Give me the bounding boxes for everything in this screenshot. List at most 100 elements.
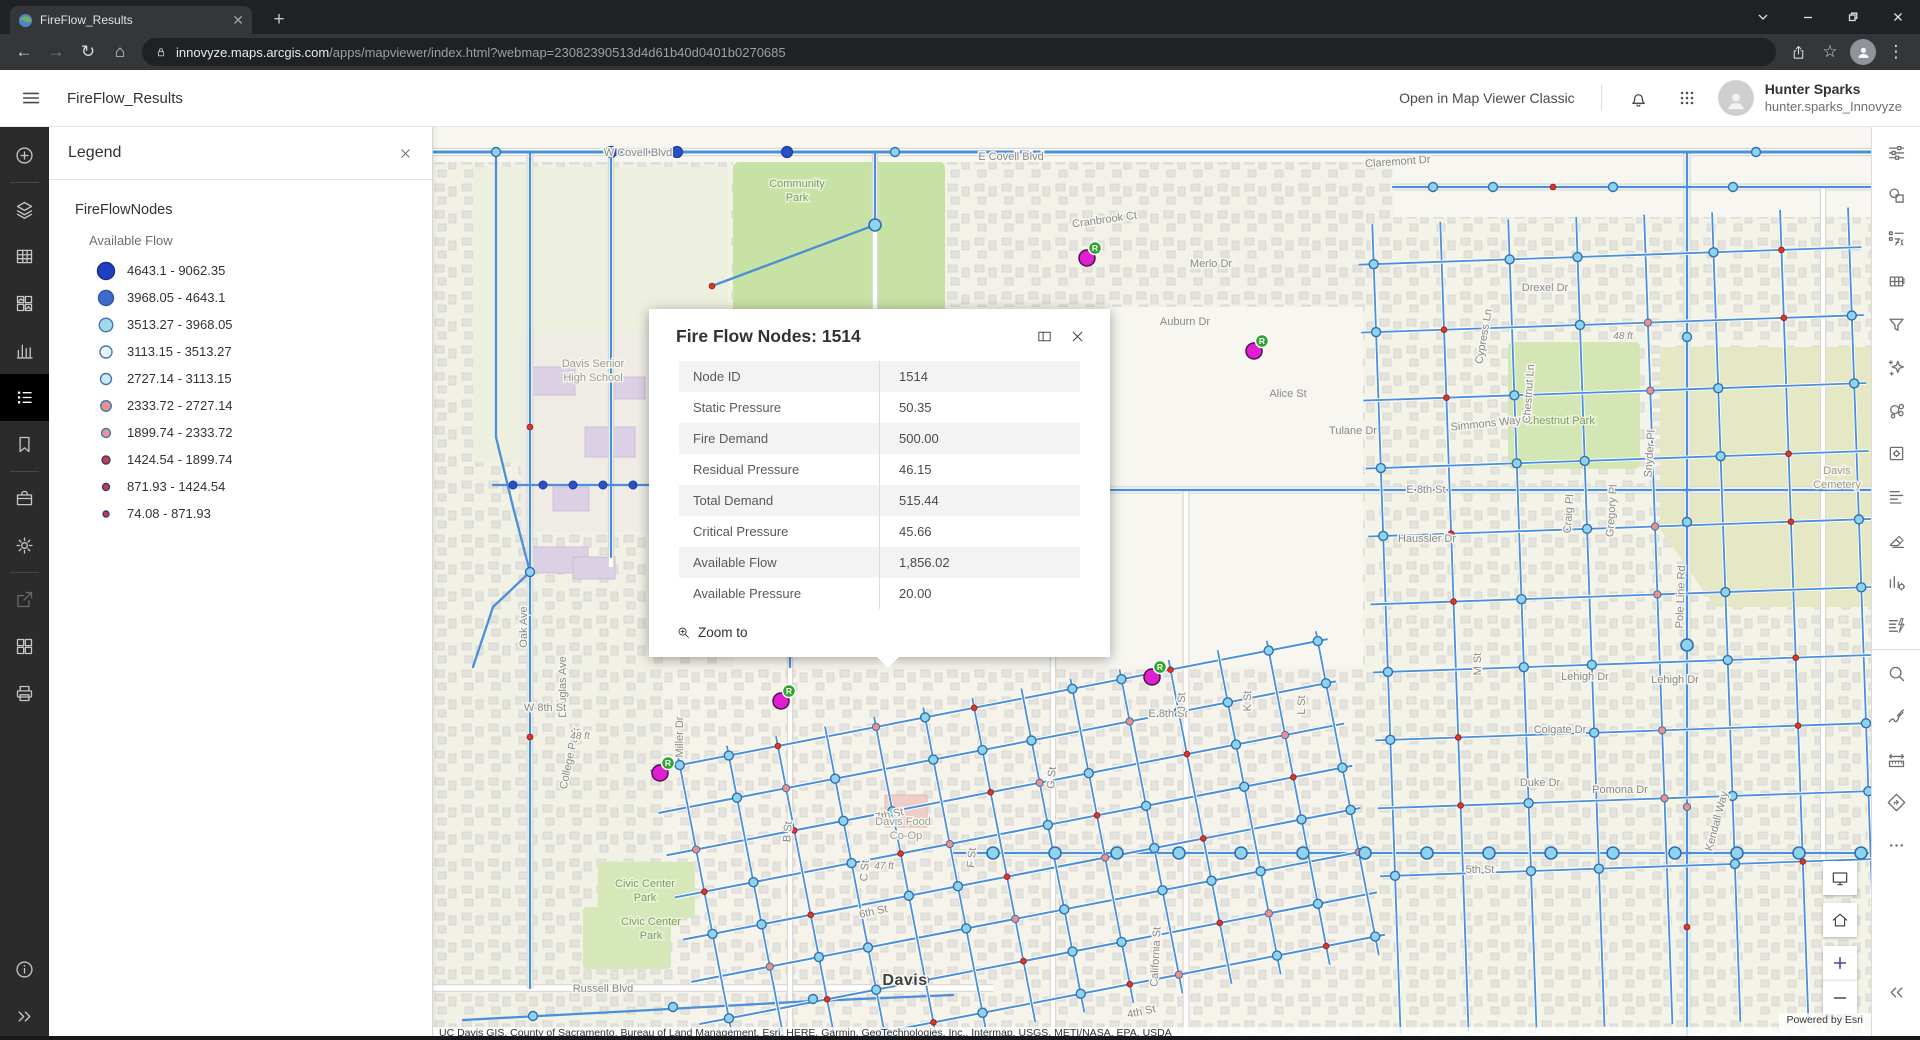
attribute-label: Node ID [679,361,879,392]
browser-menu-icon[interactable]: ⋮ [1880,36,1912,68]
expand-button[interactable] [0,993,49,1040]
attribute-label: Fire Demand [679,423,879,454]
hamburger-menu-icon[interactable] [13,80,49,116]
effects-button[interactable] [1872,346,1920,389]
home-button[interactable] [1823,903,1857,937]
table-button[interactable] [0,233,49,280]
map-label: W 8th St [524,702,566,714]
map-label: Davis [882,972,927,989]
popups-icon [1886,443,1907,464]
screen-button[interactable] [1823,861,1857,895]
legend-item: 1899.74 - 2333.72 [67,419,414,446]
layers-button[interactable] [0,186,49,233]
minimize-icon[interactable] [1785,0,1830,34]
settings-button[interactable] [0,522,49,569]
url-bar[interactable]: innovyze.maps.arcgis.com/apps/mapviewer/… [142,38,1776,66]
tab-search-icon[interactable] [1740,0,1785,34]
zoom-out-button[interactable] [1823,980,1857,1014]
legend-label: 1424.54 - 1899.74 [127,452,233,467]
legend-symbol [95,450,117,470]
browser-profile-icon[interactable] [1850,39,1876,65]
attribute-row: Available Pressure20.00 [679,578,1080,609]
actions-button[interactable] [1872,604,1920,647]
share-page-icon[interactable] [1782,36,1814,68]
chart-config-button[interactable] [1872,561,1920,604]
url-text: innovyze.maps.arcgis.com/apps/mapviewer/… [176,45,786,60]
legend-close-icon[interactable] [398,146,413,161]
legend-button[interactable] [0,374,49,421]
edit-icon [1886,529,1907,550]
collapse-button[interactable] [1872,971,1920,1014]
more-button[interactable] [1872,824,1920,867]
search-button[interactable] [1872,652,1920,695]
filter-button[interactable] [1872,303,1920,346]
attribute-row: Fire Demand500.00 [679,423,1080,454]
browser-tab[interactable]: FireFlow_Results ✕ [10,6,252,34]
svg-text:R: R [1157,662,1163,672]
charts-button[interactable] [0,327,49,374]
directions-button[interactable] [1872,781,1920,824]
forward-icon[interactable]: → [40,36,72,68]
attr-table-button[interactable] [1872,260,1920,303]
properties-button[interactable] [1872,131,1920,174]
zoom-in-button[interactable] [1823,946,1857,980]
map-label: Oak Ave [518,606,530,647]
print-button[interactable] [0,670,49,717]
dock-popup-icon[interactable] [1036,328,1053,345]
window-edge [0,1036,1920,1040]
popups-button[interactable] [1872,432,1920,475]
back-icon[interactable]: ← [8,36,40,68]
attribute-value: 50.35 [879,392,1080,423]
zoom-to-link[interactable]: Zoom to [676,625,1110,640]
browser-toolbar: ← → ↻ ⌂ innovyze.maps.arcgis.com/apps/ma… [0,34,1920,70]
charts-icon [14,340,35,361]
user-info[interactable]: Hunter Sparks hunter.sparks_Innovyze [1765,81,1902,115]
table-icon [14,246,35,267]
basemap-button[interactable] [0,280,49,327]
styles-button[interactable] [1872,174,1920,217]
browser-home-icon[interactable]: ⌂ [104,36,136,68]
notifications-bell-icon[interactable] [1622,81,1656,115]
fields-button[interactable] [1872,217,1920,260]
info-button[interactable] [0,946,49,993]
apps-button[interactable] [0,623,49,670]
effects-icon [1886,357,1907,378]
open-classic-link[interactable]: Open in Map Viewer Classic [1399,90,1575,106]
legend-symbol [95,288,117,308]
measure-button[interactable] [1872,738,1920,781]
chart-config-icon [1886,572,1907,593]
app-title: FireFlow_Results [67,90,183,107]
search-icon [1886,663,1907,684]
edit-button[interactable] [1872,518,1920,561]
save-button[interactable] [0,475,49,522]
tab-close-icon[interactable]: ✕ [232,13,244,27]
toolbar-divider [1872,649,1920,650]
attribute-label: Static Pressure [679,392,879,423]
legend-symbol [95,315,117,335]
sketch-button[interactable] [1872,695,1920,738]
aggregation-button[interactable] [1872,389,1920,432]
legend-symbol [95,396,117,416]
share-button[interactable] [0,576,49,623]
map-label: Davis Senior [562,358,625,370]
map-label: Pomona Dr [1592,784,1648,796]
legend-item: 1424.54 - 1899.74 [67,446,414,473]
app-launcher-icon[interactable] [1670,81,1704,115]
restore-icon[interactable] [1830,0,1875,34]
legend-item: 871.93 - 1424.54 [67,473,414,500]
powered-by-esri: Powered by Esri [1779,1013,1871,1027]
legend-field-name: Available Flow [89,233,414,248]
user-avatar[interactable] [1718,80,1754,116]
new-tab-button[interactable]: + [266,7,292,33]
bookmark-button[interactable] [0,421,49,468]
reload-icon[interactable]: ↻ [72,36,104,68]
add-button[interactable] [0,132,49,179]
close-window-icon[interactable] [1875,0,1920,34]
close-popup-icon[interactable] [1069,328,1086,345]
map-label: Miller Dr [674,716,686,757]
bookmark-star-icon[interactable]: ☆ [1814,36,1846,68]
map-label: Lehigh Dr [1561,671,1609,683]
labels-button[interactable] [1872,475,1920,518]
actions-icon [1886,615,1907,636]
map-label: Davis Food [875,816,931,828]
